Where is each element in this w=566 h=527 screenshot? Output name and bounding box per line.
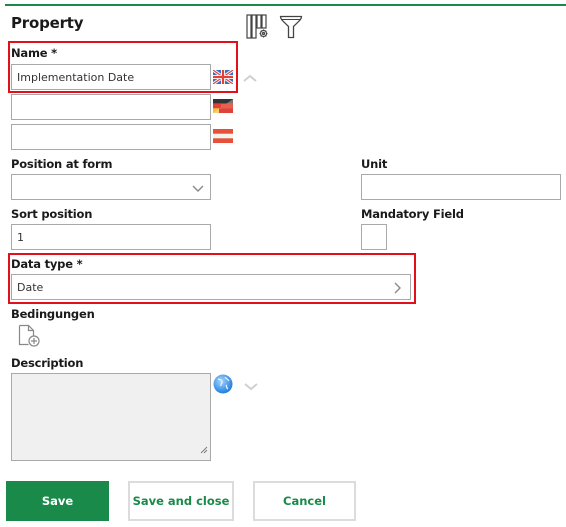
description-textarea[interactable] [11,373,211,461]
name-input-de[interactable] [11,94,211,120]
data-type-value: Date [17,280,44,294]
top-accent-line [5,4,566,6]
name-input-en[interactable]: Implementation Date [11,64,211,90]
name-label: Name * [11,46,57,60]
unit-label: Unit [361,157,388,171]
chevron-down-icon [192,183,204,196]
chevron-right-icon [394,282,402,297]
mandatory-field-label: Mandatory Field [361,207,464,221]
mandatory-field-checkbox[interactable] [361,224,387,250]
save-button[interactable]: Save [6,481,109,521]
data-type-selector[interactable]: Date [11,274,411,300]
globe-icon[interactable] [213,374,233,398]
conditions-label: Bedingungen [11,307,95,321]
unit-input[interactable] [361,174,561,200]
position-at-form-select[interactable] [11,174,211,200]
sort-position-input[interactable]: 1 [11,224,211,250]
germany-flag-icon[interactable] [213,98,233,117]
save-and-close-button[interactable]: Save and close [128,481,234,521]
uk-flag-icon[interactable] [212,68,234,88]
page-title: Property [11,14,84,32]
data-type-label: Data type * [11,257,83,271]
chevron-up-icon[interactable] [242,68,258,87]
name-input-at[interactable] [11,124,211,150]
column-settings-icon[interactable] [246,14,270,40]
austria-flag-icon[interactable] [213,128,233,147]
filter-icon[interactable] [279,15,303,40]
description-label: Description [11,356,84,370]
position-at-form-label: Position at form [11,157,113,171]
add-document-icon[interactable] [18,324,42,352]
cancel-button[interactable]: Cancel [253,481,356,521]
resize-handle-icon[interactable] [200,439,208,458]
expand-chevron-down-icon[interactable] [243,377,259,396]
sort-position-label: Sort position [11,207,93,221]
